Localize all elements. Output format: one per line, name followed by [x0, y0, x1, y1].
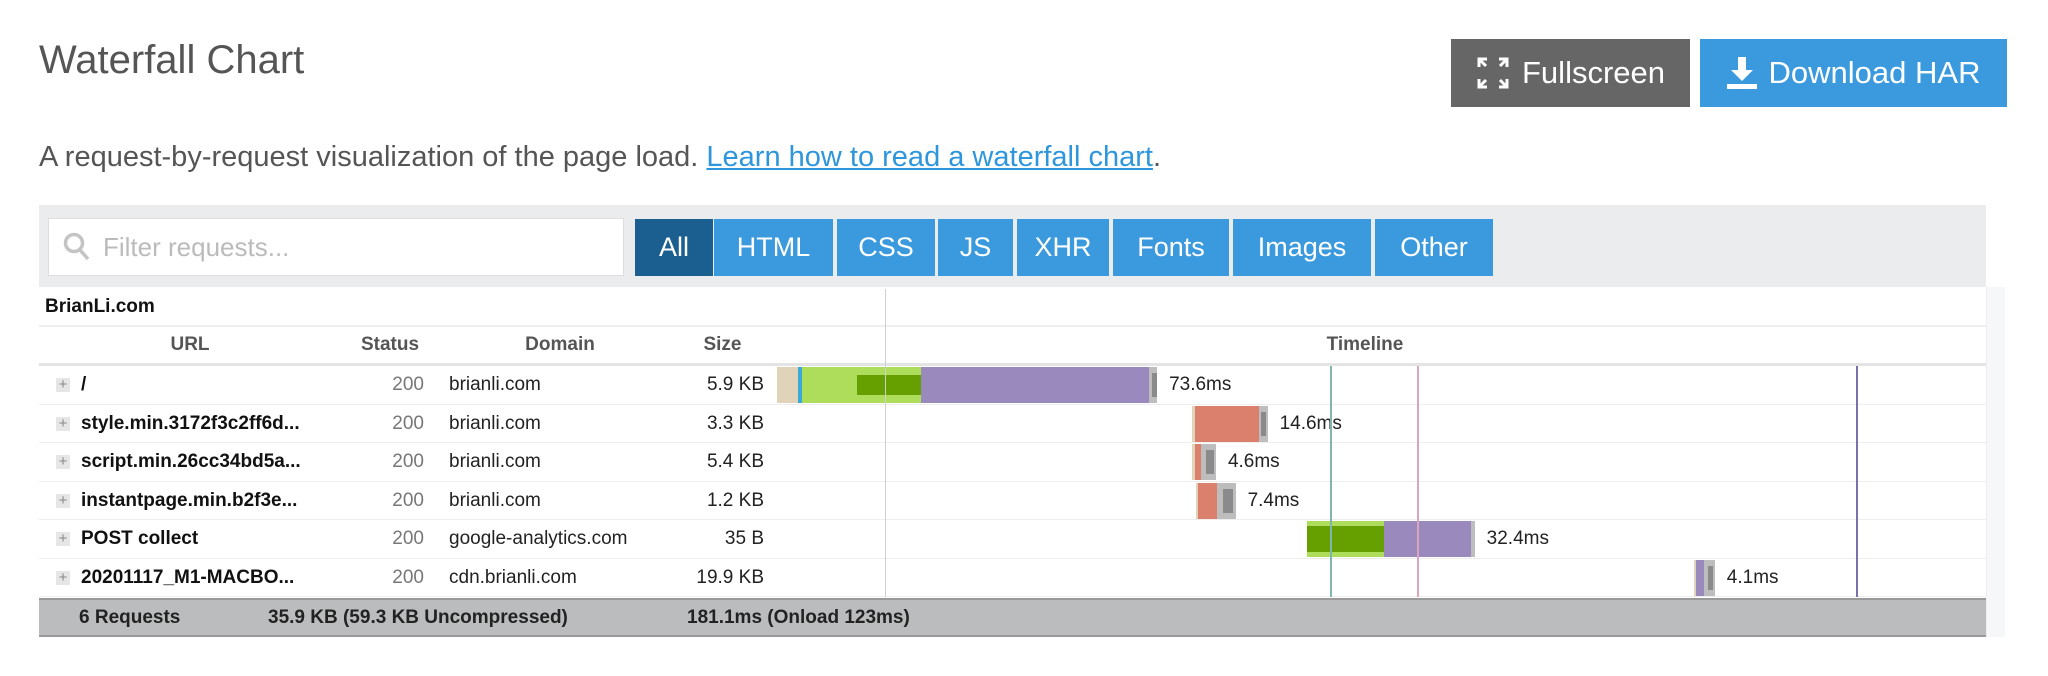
- row-size: 5.4 KB: [706, 451, 764, 472]
- row-url[interactable]: style.min.3172f3c2ff6d...: [81, 405, 300, 443]
- row-domain: brianli.com: [449, 374, 541, 395]
- row-status: 200: [392, 451, 424, 472]
- row-size: 1.2 KB: [706, 489, 764, 511]
- timing-marker: [1856, 366, 1859, 597]
- row-domain: brianli.com: [449, 489, 541, 511]
- summary-footer: 6 Requests 35.9 KB (59.3 KB Uncompressed…: [39, 598, 1986, 637]
- expand-icon[interactable]: +: [56, 416, 70, 431]
- tab-css[interactable]: CSS: [837, 219, 935, 276]
- row-url[interactable]: 20201117_M1-MACBO...: [81, 559, 294, 597]
- bar-salmon: [1198, 482, 1217, 519]
- row-status: 200: [392, 528, 424, 549]
- row-size: 19.9 KB: [696, 566, 764, 588]
- filter-input[interactable]: [101, 230, 585, 264]
- fullscreen-button[interactable]: Fullscreen: [1451, 39, 1690, 107]
- description: A request-by-request visualization of th…: [39, 141, 1161, 174]
- column-size[interactable]: Size: [690, 326, 755, 364]
- tab-js[interactable]: JS: [938, 219, 1013, 276]
- tab-other[interactable]: Other: [1375, 219, 1493, 276]
- bar-receive-inner: [1151, 373, 1157, 397]
- download-har-button[interactable]: Download HAR: [1700, 39, 2007, 107]
- column-url[interactable]: URL: [150, 326, 230, 364]
- timing-marker: [1417, 366, 1420, 597]
- row-status: 200: [392, 412, 424, 434]
- row-url[interactable]: instantpage.min.b2f3e...: [81, 482, 297, 520]
- page-title: Waterfall Chart: [39, 38, 305, 82]
- duration-label: 73.6ms: [1169, 374, 1232, 395]
- download-icon: [1726, 57, 1757, 89]
- description-end: .: [1152, 141, 1162, 173]
- expand-icon[interactable]: +: [56, 493, 70, 508]
- table-row[interactable]: + instantpage.min.b2f3e... 200 brianli.c…: [39, 482, 1986, 520]
- tab-all[interactable]: All: [635, 219, 713, 276]
- tab-fonts[interactable]: Fonts: [1113, 219, 1229, 276]
- scrollbar[interactable]: [1986, 287, 2005, 637]
- expand-icon[interactable]: +: [56, 454, 70, 469]
- tab-html[interactable]: HTML: [714, 219, 833, 276]
- duration-label: 7.4ms: [1247, 489, 1300, 511]
- tab-images[interactable]: Images: [1233, 219, 1371, 276]
- bar-salmon: [1194, 405, 1259, 442]
- fullscreen-label: Fullscreen: [1522, 55, 1665, 90]
- row-domain: cdn.brianli.com: [449, 566, 577, 588]
- row-url[interactable]: POST collect: [81, 520, 198, 558]
- bar-receive: [1470, 521, 1475, 557]
- total-size: 35.9 KB (59.3 KB Uncompressed): [268, 607, 568, 628]
- bar-receive-inner: [1261, 411, 1267, 436]
- timing-marker: [1329, 366, 1332, 597]
- row-domain: brianli.com: [449, 412, 541, 434]
- bar-receive-inner: [1222, 488, 1233, 513]
- expand-icon[interactable]: +: [56, 377, 70, 392]
- expand-icon[interactable]: +: [56, 570, 70, 585]
- row-status: 200: [392, 489, 424, 511]
- column-status[interactable]: Status: [355, 326, 425, 364]
- filter-field[interactable]: [48, 218, 624, 276]
- bar-receive-inner: [1707, 565, 1714, 590]
- learn-link[interactable]: Learn how to read a waterfall chart: [706, 141, 1153, 173]
- row-size: 3.3 KB: [706, 412, 764, 434]
- duration-label: 14.6ms: [1279, 412, 1342, 434]
- timeline-gridline: [885, 289, 887, 597]
- bar-ssl-tall: [1307, 526, 1385, 552]
- tab-xhr[interactable]: XHR: [1017, 219, 1109, 276]
- bar-salmon: [1194, 444, 1202, 480]
- search-icon: [63, 232, 90, 261]
- row-size: 35 B: [724, 528, 764, 549]
- site-label: BrianLi.com: [45, 296, 155, 317]
- expand-icon[interactable]: +: [56, 531, 70, 546]
- expand-icon: [1477, 57, 1509, 89]
- duration-label: 4.1ms: [1726, 566, 1779, 588]
- description-text: A request-by-request visualization of th…: [39, 141, 707, 173]
- table-row[interactable]: + script.min.26cc34bd5a... 200 brianli.c…: [39, 443, 1986, 481]
- duration-label: 4.6ms: [1227, 451, 1280, 472]
- row-domain: google-analytics.com: [449, 528, 628, 549]
- row-status: 200: [392, 566, 424, 588]
- row-status: 200: [392, 374, 424, 395]
- bar-wait: [920, 367, 1150, 403]
- column-timeline: Timeline: [1326, 334, 1404, 355]
- bar-wait: [1384, 521, 1471, 557]
- bar-blocked: [777, 367, 798, 403]
- bar-receive-inner: [1205, 450, 1214, 474]
- table-row[interactable]: + style.min.3172f3c2ff6d... 200 brianli.…: [39, 405, 1986, 443]
- row-domain: brianli.com: [449, 451, 541, 472]
- total-requests: 6 Requests: [79, 607, 181, 628]
- bar-wait: [1696, 559, 1705, 596]
- duration-label: 32.4ms: [1486, 528, 1549, 549]
- row-url[interactable]: /: [81, 366, 86, 404]
- column-domain[interactable]: Domain: [500, 326, 620, 364]
- bar-ssl: [856, 375, 921, 395]
- row-size: 5.9 KB: [706, 374, 764, 395]
- download-label: Download HAR: [1768, 55, 1981, 90]
- row-url[interactable]: script.min.26cc34bd5a...: [81, 443, 301, 481]
- total-time: 181.1ms (Onload 123ms): [687, 607, 910, 628]
- table-row[interactable]: + POST collect 200 google-analytics.com …: [39, 520, 1986, 558]
